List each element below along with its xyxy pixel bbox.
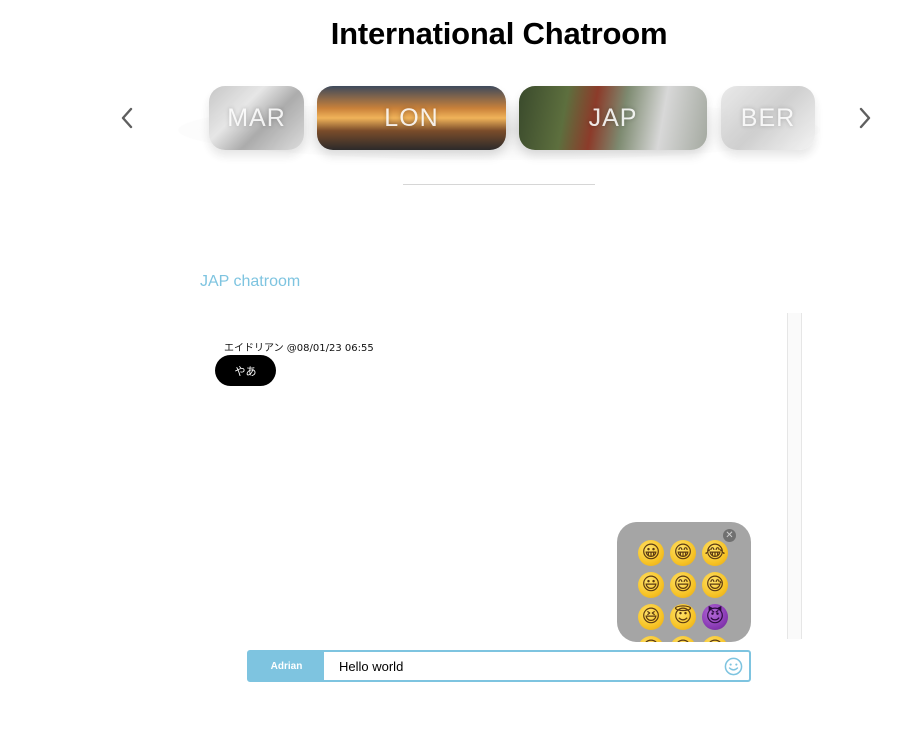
chevron-right-icon [859, 107, 871, 129]
emoji-toggle-button[interactable] [717, 652, 749, 680]
message-input[interactable] [324, 652, 717, 680]
emoji-button[interactable]: 😄 [670, 572, 696, 598]
message-bubble: やあ [215, 355, 276, 386]
page-title: International Chatroom [330, 16, 668, 51]
city-card-label: MAR [227, 103, 286, 132]
emoji-button[interactable]: 😉 [638, 636, 664, 642]
emoji-button[interactable]: 😆 [638, 604, 664, 630]
emoji-button[interactable]: 😂 [702, 540, 728, 566]
username-tag: Adrian [249, 652, 324, 680]
smiley-icon [724, 657, 742, 675]
emoji-button[interactable]: 😀 [638, 540, 664, 566]
carousel-next-button[interactable] [852, 104, 878, 132]
emoji-button[interactable]: 😈 [702, 604, 728, 630]
divider [403, 184, 595, 185]
city-card-lon[interactable]: LON [317, 86, 506, 150]
message-meta: エイドリアン @08/01/23 06:55 [224, 343, 374, 354]
city-card-label: JAP [588, 103, 638, 132]
chatroom-title: JAP chatroom [200, 273, 301, 290]
city-card-mar[interactable]: MAR [209, 86, 304, 150]
carousel-prev-button[interactable] [114, 104, 140, 132]
city-card-label: LON [384, 103, 439, 132]
chevron-left-icon [121, 107, 133, 129]
emoji-button[interactable]: 😊 [670, 636, 696, 642]
city-card-label: BER [740, 103, 796, 132]
message-composer: Adrian [247, 650, 751, 682]
city-card-ber[interactable]: BER [721, 86, 815, 150]
emoji-button[interactable]: 😁 [670, 540, 696, 566]
emoji-grid: 😀 😁 😂 😃 😄 😅 😆 😇 😈 😉 😊 😋 [638, 540, 738, 642]
emoji-button[interactable]: 😇 [670, 604, 696, 630]
emoji-picker[interactable]: ✕ 😀 😁 😂 😃 😄 😅 😆 😇 😈 😉 😊 😋 [617, 522, 751, 642]
emoji-button[interactable]: 😃 [638, 572, 664, 598]
emoji-button[interactable]: 😋 [702, 636, 728, 642]
city-card-jap[interactable]: JAP [519, 86, 707, 150]
chat-scrollbar[interactable] [787, 313, 802, 639]
emoji-button[interactable]: 😅 [702, 572, 728, 598]
